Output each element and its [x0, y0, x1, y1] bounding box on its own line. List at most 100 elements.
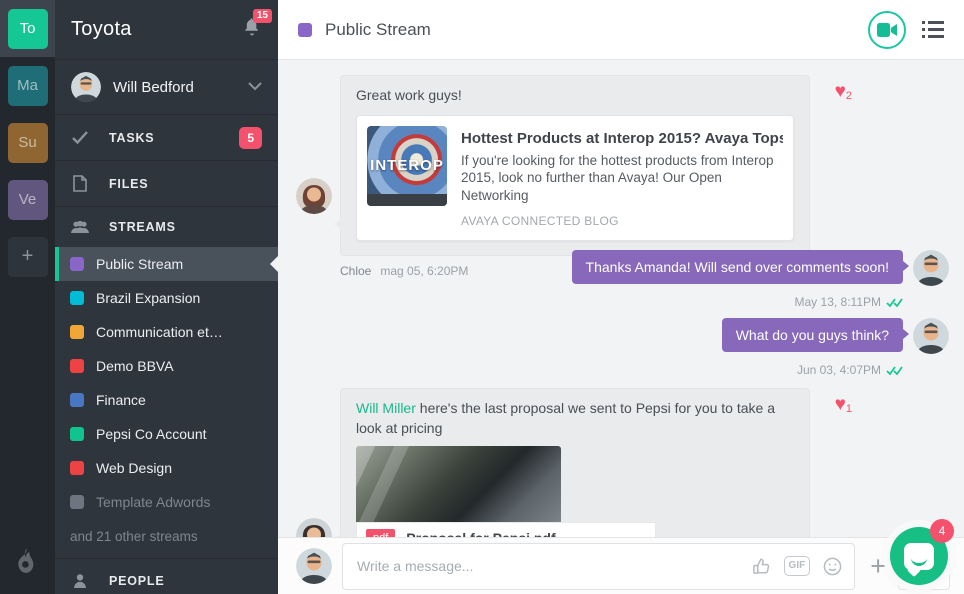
stream-color-swatch [70, 325, 84, 339]
add-attachment-button[interactable]: + [870, 553, 886, 580]
stream-item-communication[interactable]: Communication et… [55, 315, 278, 349]
sidebar: Toyota 15 Will Bedford [55, 0, 278, 594]
more-streams-link[interactable]: and 21 other streams [55, 519, 278, 558]
stream-color-swatch [70, 393, 84, 407]
stream-item-finance[interactable]: Finance [55, 383, 278, 417]
stream-item-public-stream[interactable]: Public Stream [55, 247, 278, 281]
message-text: Great work guys! [356, 86, 794, 106]
stream-color-swatch [70, 291, 84, 305]
team-item-ma[interactable]: Ma [0, 57, 55, 114]
sidebar-item-files[interactable]: FILES [55, 161, 278, 207]
user-name: Will Bedford [113, 79, 194, 96]
team-avatar: To [8, 9, 48, 49]
stream-label: Communication et… [96, 324, 223, 340]
pdf-type-badge: pdf [366, 529, 395, 537]
streams-section-header: STREAMS [55, 207, 278, 247]
message-input-wrap: GIF [342, 543, 855, 590]
stream-item-demo-bbva[interactable]: Demo BBVA [55, 349, 278, 383]
author-name[interactable]: Chloe [340, 264, 371, 278]
read-receipt-icon [886, 365, 903, 376]
sidebar-header: Toyota 15 [55, 0, 278, 60]
support-unread-badge: 4 [930, 519, 954, 543]
read-receipt-icon [886, 297, 903, 308]
message-bubble: Thanks Amanda! Will send over comments s… [572, 250, 903, 284]
avatar-amanda [296, 518, 332, 537]
message-bubble: Great work guys! INTEROP Hottest Product… [340, 75, 810, 256]
timestamp: May 13, 8:11PM [795, 295, 881, 309]
tasks-label: TASKS [109, 131, 154, 145]
message-list[interactable]: Great work guys! INTEROP Hottest Product… [278, 60, 964, 537]
stream-label: Web Design [96, 460, 172, 476]
link-title[interactable]: Hottest Products at Interop 2015? Avaya … [461, 128, 783, 149]
org-name: Toyota [71, 18, 132, 41]
attachment-filename[interactable]: Proposal for Pepsi.pdf [406, 529, 555, 537]
avatar-chloe [296, 178, 332, 214]
team-item-toyota[interactable]: To [0, 0, 55, 57]
message-chloe: Great work guys! INTEROP Hottest Product… [340, 75, 810, 278]
flame-logo-icon [15, 547, 41, 580]
stream-color-swatch [70, 359, 84, 373]
topic-list-button[interactable] [922, 21, 944, 38]
stream-label: Template Adwords [96, 494, 210, 510]
stream-label: Pepsi Co Account [96, 426, 207, 442]
user-avatar [71, 72, 101, 102]
stream-color-icon [298, 23, 312, 37]
file-icon [71, 175, 89, 192]
reaction-count: 2 [846, 90, 852, 102]
stream-list: Public Stream Brazil Expansion Communica… [55, 247, 278, 558]
thumbs-up-icon[interactable] [752, 557, 771, 576]
stream-item-template-adwords[interactable]: Template Adwords [55, 485, 278, 519]
emoji-icon[interactable] [823, 557, 842, 576]
message-will-2: What do you guys think? Jun 03, 4:07PM [722, 318, 949, 377]
link-description: If you're looking for the hottest produc… [461, 152, 783, 205]
avatar-will [913, 250, 949, 286]
sidebar-item-people[interactable]: PEOPLE [55, 558, 278, 594]
heart-reaction[interactable]: ♥2 [835, 81, 852, 103]
team-item-ve[interactable]: Ve [0, 171, 55, 228]
message-text-body: here's the last proposal we sent to Peps… [356, 400, 775, 436]
check-icon [71, 131, 89, 144]
reaction-count: 1 [846, 403, 852, 415]
notifications-button[interactable]: 15 [242, 17, 262, 42]
thumbnail-text: INTEROP [370, 155, 444, 176]
team-item-su[interactable]: Su [0, 114, 55, 171]
stream-item-brazil-expansion[interactable]: Brazil Expansion [55, 281, 278, 315]
gif-button[interactable]: GIF [784, 556, 811, 576]
video-camera-icon [877, 23, 897, 37]
message-text: Will Miller here's the last proposal we … [356, 399, 794, 438]
tasks-count-badge: 5 [239, 127, 262, 149]
team-avatar: Ve [8, 180, 48, 220]
composer-avatar [296, 548, 332, 584]
stream-color-swatch [70, 427, 84, 441]
main-panel: Public Stream [278, 0, 964, 594]
plus-icon: + [8, 237, 48, 277]
team-avatar: Ma [8, 66, 48, 106]
composer-bar: GIF + [278, 537, 964, 594]
link-thumbnail: INTEROP [367, 126, 447, 206]
stream-color-swatch [70, 495, 84, 509]
streams-label: STREAMS [109, 220, 176, 234]
page-title: Public Stream [325, 20, 431, 40]
message-will-1: Thanks Amanda! Will send over comments s… [572, 250, 949, 309]
chat-bubble-icon [904, 543, 934, 570]
heart-icon: ♥ [835, 81, 846, 102]
link-preview-card[interactable]: INTEROP Hottest Products at Interop 2015… [356, 115, 794, 241]
message-bubble: What do you guys think? [722, 318, 903, 352]
stream-label: Brazil Expansion [96, 290, 200, 306]
people-label: PEOPLE [109, 574, 165, 588]
attachment-preview-image[interactable] [356, 446, 561, 522]
file-attachment[interactable]: pdf Proposal for Pepsi.pdf [356, 522, 656, 537]
heart-reaction[interactable]: ♥1 [835, 394, 852, 416]
people-group-icon [71, 221, 89, 234]
video-call-button[interactable] [868, 11, 906, 49]
sidebar-item-tasks[interactable]: TASKS 5 [55, 115, 278, 161]
stream-item-pepsi-co[interactable]: Pepsi Co Account [55, 417, 278, 451]
message-input[interactable] [357, 558, 752, 574]
message-amanda: Will Miller here's the last proposal we … [340, 388, 810, 537]
support-chat-launcher[interactable]: 4 [890, 527, 948, 585]
user-menu[interactable]: Will Bedford [55, 60, 278, 115]
add-team-button[interactable]: + [0, 228, 55, 285]
mention-will-miller[interactable]: Will Miller [356, 400, 416, 416]
stream-item-web-design[interactable]: Web Design [55, 451, 278, 485]
notification-count-badge: 15 [253, 9, 272, 23]
